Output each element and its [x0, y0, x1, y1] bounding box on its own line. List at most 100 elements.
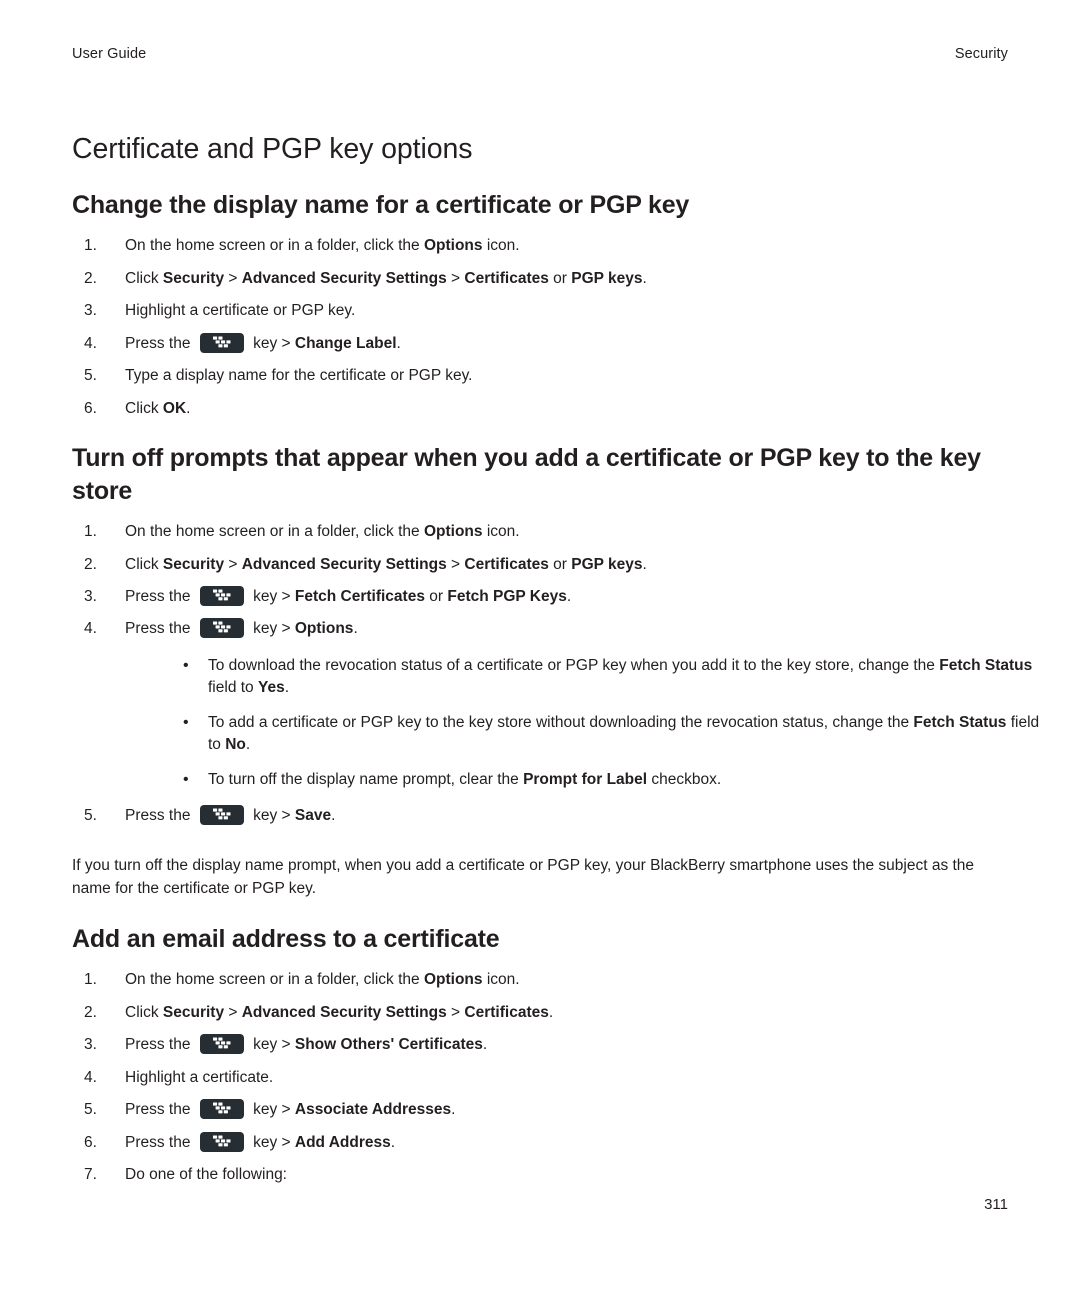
step-text: Type a display name for the certificate … [125, 367, 473, 385]
list-item: To add a certificate or PGP key to the k… [125, 711, 1048, 757]
ui-label-certificates: Certificates [464, 1003, 549, 1021]
step-text: Do one of the following: [125, 1166, 287, 1184]
steps-list-add-email-address: On the home screen or in a folder, click… [72, 969, 992, 1187]
path-separator: > [224, 1003, 242, 1021]
step-text: Press the [125, 1101, 195, 1119]
blackberry-menu-key-icon [199, 805, 244, 826]
list-item: Press the key > Change Label. [72, 332, 992, 356]
page-number: 311 [984, 1196, 1008, 1213]
bullet-text: To add a certificate or PGP key to the k… [208, 713, 914, 731]
step-text-tail: . [451, 1101, 456, 1119]
step-text: On the home screen or in a folder, click… [125, 971, 424, 989]
step-text: Click [125, 399, 163, 417]
list-item: Press the key > Options. To download the… [72, 618, 1039, 792]
bullet-text-tail: . [245, 736, 251, 754]
step-text: On the home screen or in a folder, click… [125, 523, 424, 541]
list-item: Click OK. [72, 398, 992, 421]
blackberry-menu-key-icon [199, 1034, 244, 1055]
field-value-no: No [225, 736, 246, 754]
list-item: Click Security > Advanced Security Setti… [72, 1002, 992, 1025]
steps-list-turn-off-prompts: On the home screen or in a folder, click… [72, 521, 1039, 828]
list-item: Press the key > Associate Addresses. [72, 1099, 992, 1122]
ui-label-advanced-security-settings: Advanced Security Settings [241, 1003, 447, 1021]
blackberry-menu-key-icon [199, 1131, 244, 1152]
section-title-add-email-address: Add an email address to a certificate [72, 924, 500, 953]
page-title: Certificate and PGP key options [72, 133, 473, 165]
list-item: On the home screen or in a folder, click… [72, 969, 992, 992]
step-text: key > [248, 588, 295, 606]
list-item: Press the key > Show Others' Certificate… [72, 1034, 992, 1057]
step-text: Highlight a certificate or PGP key. [125, 302, 356, 320]
running-header-right: Security [954, 46, 1008, 62]
field-value-yes: Yes [257, 679, 285, 697]
step-text: key > [248, 807, 295, 825]
step-text-tail: . [186, 399, 191, 417]
step-text: key > [248, 1101, 295, 1119]
step-text: Press the [125, 1133, 195, 1151]
blackberry-menu-key-icon [199, 332, 244, 353]
path-separator: > [224, 269, 242, 287]
section-title-change-display-name: Change the display name for a certificat… [72, 190, 690, 219]
step-text: Press the [125, 588, 195, 606]
ui-label-pgp-keys: PGP keys [571, 269, 643, 287]
running-header: User Guide Security [72, 46, 1008, 62]
field-label-fetch-status: Fetch Status [939, 656, 1033, 674]
field-label-fetch-status: Fetch Status [913, 713, 1007, 731]
step-text-tail: icon. [482, 523, 520, 541]
ui-label-security: Security [162, 1003, 225, 1021]
blackberry-menu-key-icon [199, 586, 244, 607]
step-text: Press the [125, 1036, 195, 1054]
bullet-text: To turn off the display name prompt, cle… [208, 770, 524, 788]
sub-bullets-options: To download the revocation status of a c… [125, 654, 1039, 792]
list-item: On the home screen or in a folder, click… [72, 521, 992, 544]
running-header-left: User Guide [72, 46, 147, 62]
step-text-tail: . [390, 1133, 396, 1151]
conjunction-or: or [548, 555, 572, 573]
list-item: Press the key > Save. [72, 805, 992, 828]
ui-label-advanced-security-settings: Advanced Security Settings [241, 269, 447, 287]
ui-label-certificates: Certificates [464, 555, 549, 573]
step-text: Press the [125, 620, 195, 638]
step-text: key > [248, 1133, 295, 1151]
document-content: Certificate and PGP key options Change t… [72, 132, 1039, 1197]
step-text-tail: . [331, 807, 336, 825]
step-text-tail: . [548, 1003, 554, 1021]
menu-item-add-address: Add Address [294, 1133, 391, 1151]
list-item: Press the key > Add Address. [72, 1131, 992, 1155]
menu-item-fetch-certificates: Fetch Certificates [294, 588, 425, 606]
step-text: Highlight a certificate. [125, 1068, 274, 1086]
ui-label-security: Security [162, 269, 225, 287]
ui-label-security: Security [162, 555, 225, 573]
bullet-text: To download the revocation status of a c… [208, 656, 940, 674]
step-text: key > [248, 620, 295, 638]
path-separator: > [446, 269, 465, 287]
ui-label-options: Options [423, 237, 483, 255]
ui-label-certificates: Certificates [464, 269, 549, 287]
list-item: Highlight a certificate or PGP key. [72, 300, 992, 323]
menu-item-change-label: Change Label [294, 334, 397, 352]
list-item: To download the revocation status of a c… [125, 654, 1048, 700]
list-item: Press the key > Fetch Certificates or Fe… [72, 586, 992, 609]
step-text: Press the [125, 334, 195, 352]
step-text: Press the [125, 807, 195, 825]
step-text-tail: . [482, 1036, 488, 1054]
path-separator: > [446, 1003, 465, 1021]
step-text-tail: . [642, 269, 647, 287]
bullet-text-tail: checkbox. [647, 770, 722, 788]
section-title-turn-off-prompts: Turn off prompts that appear when you ad… [72, 444, 981, 505]
ui-label-options: Options [423, 971, 483, 989]
path-separator: > [224, 555, 242, 573]
step-text: key > [248, 1036, 295, 1054]
path-separator: > [446, 555, 465, 573]
list-item: Click Security > Advanced Security Setti… [72, 268, 992, 291]
menu-item-options: Options [294, 620, 354, 638]
closing-paragraph: If you turn off the display name prompt,… [72, 856, 975, 898]
ui-label-options: Options [423, 523, 483, 541]
menu-item-show-others-certificates: Show Others' Certificates [294, 1036, 483, 1054]
list-item: To turn off the display name prompt, cle… [125, 768, 1048, 792]
step-text: Click [125, 1003, 163, 1021]
bullet-text: field to [208, 679, 258, 697]
menu-item-save: Save [294, 807, 332, 825]
step-text-tail: . [566, 588, 572, 606]
list-item: On the home screen or in a folder, click… [72, 235, 992, 258]
